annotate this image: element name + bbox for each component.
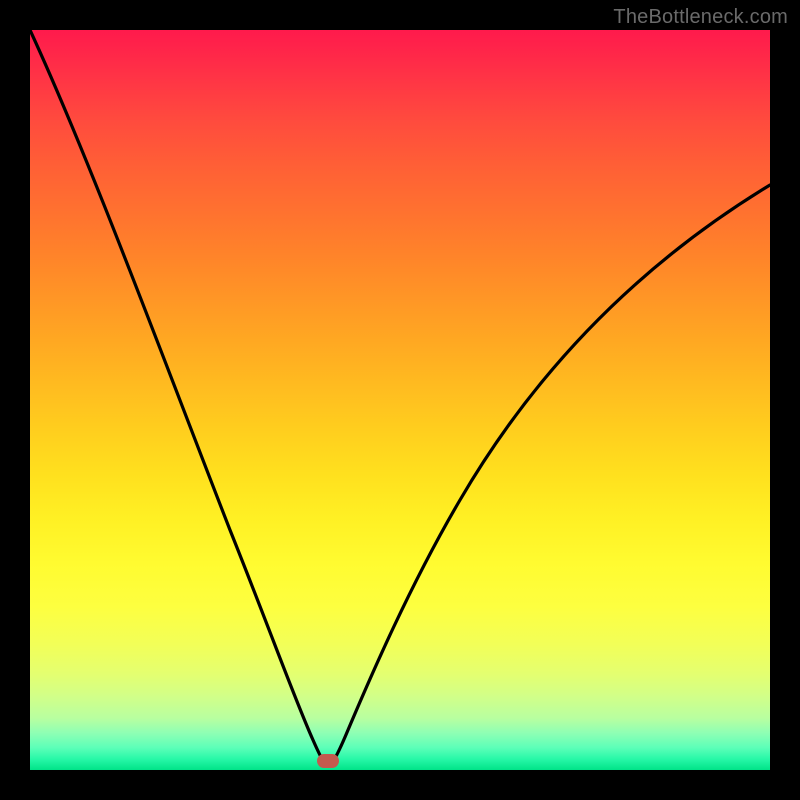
chart-frame: TheBottleneck.com [0,0,800,800]
watermark-text: TheBottleneck.com [613,6,788,29]
optimal-marker [317,754,339,768]
plot-area [30,30,770,770]
bottleneck-curve [30,30,770,770]
curve-path [30,30,770,765]
